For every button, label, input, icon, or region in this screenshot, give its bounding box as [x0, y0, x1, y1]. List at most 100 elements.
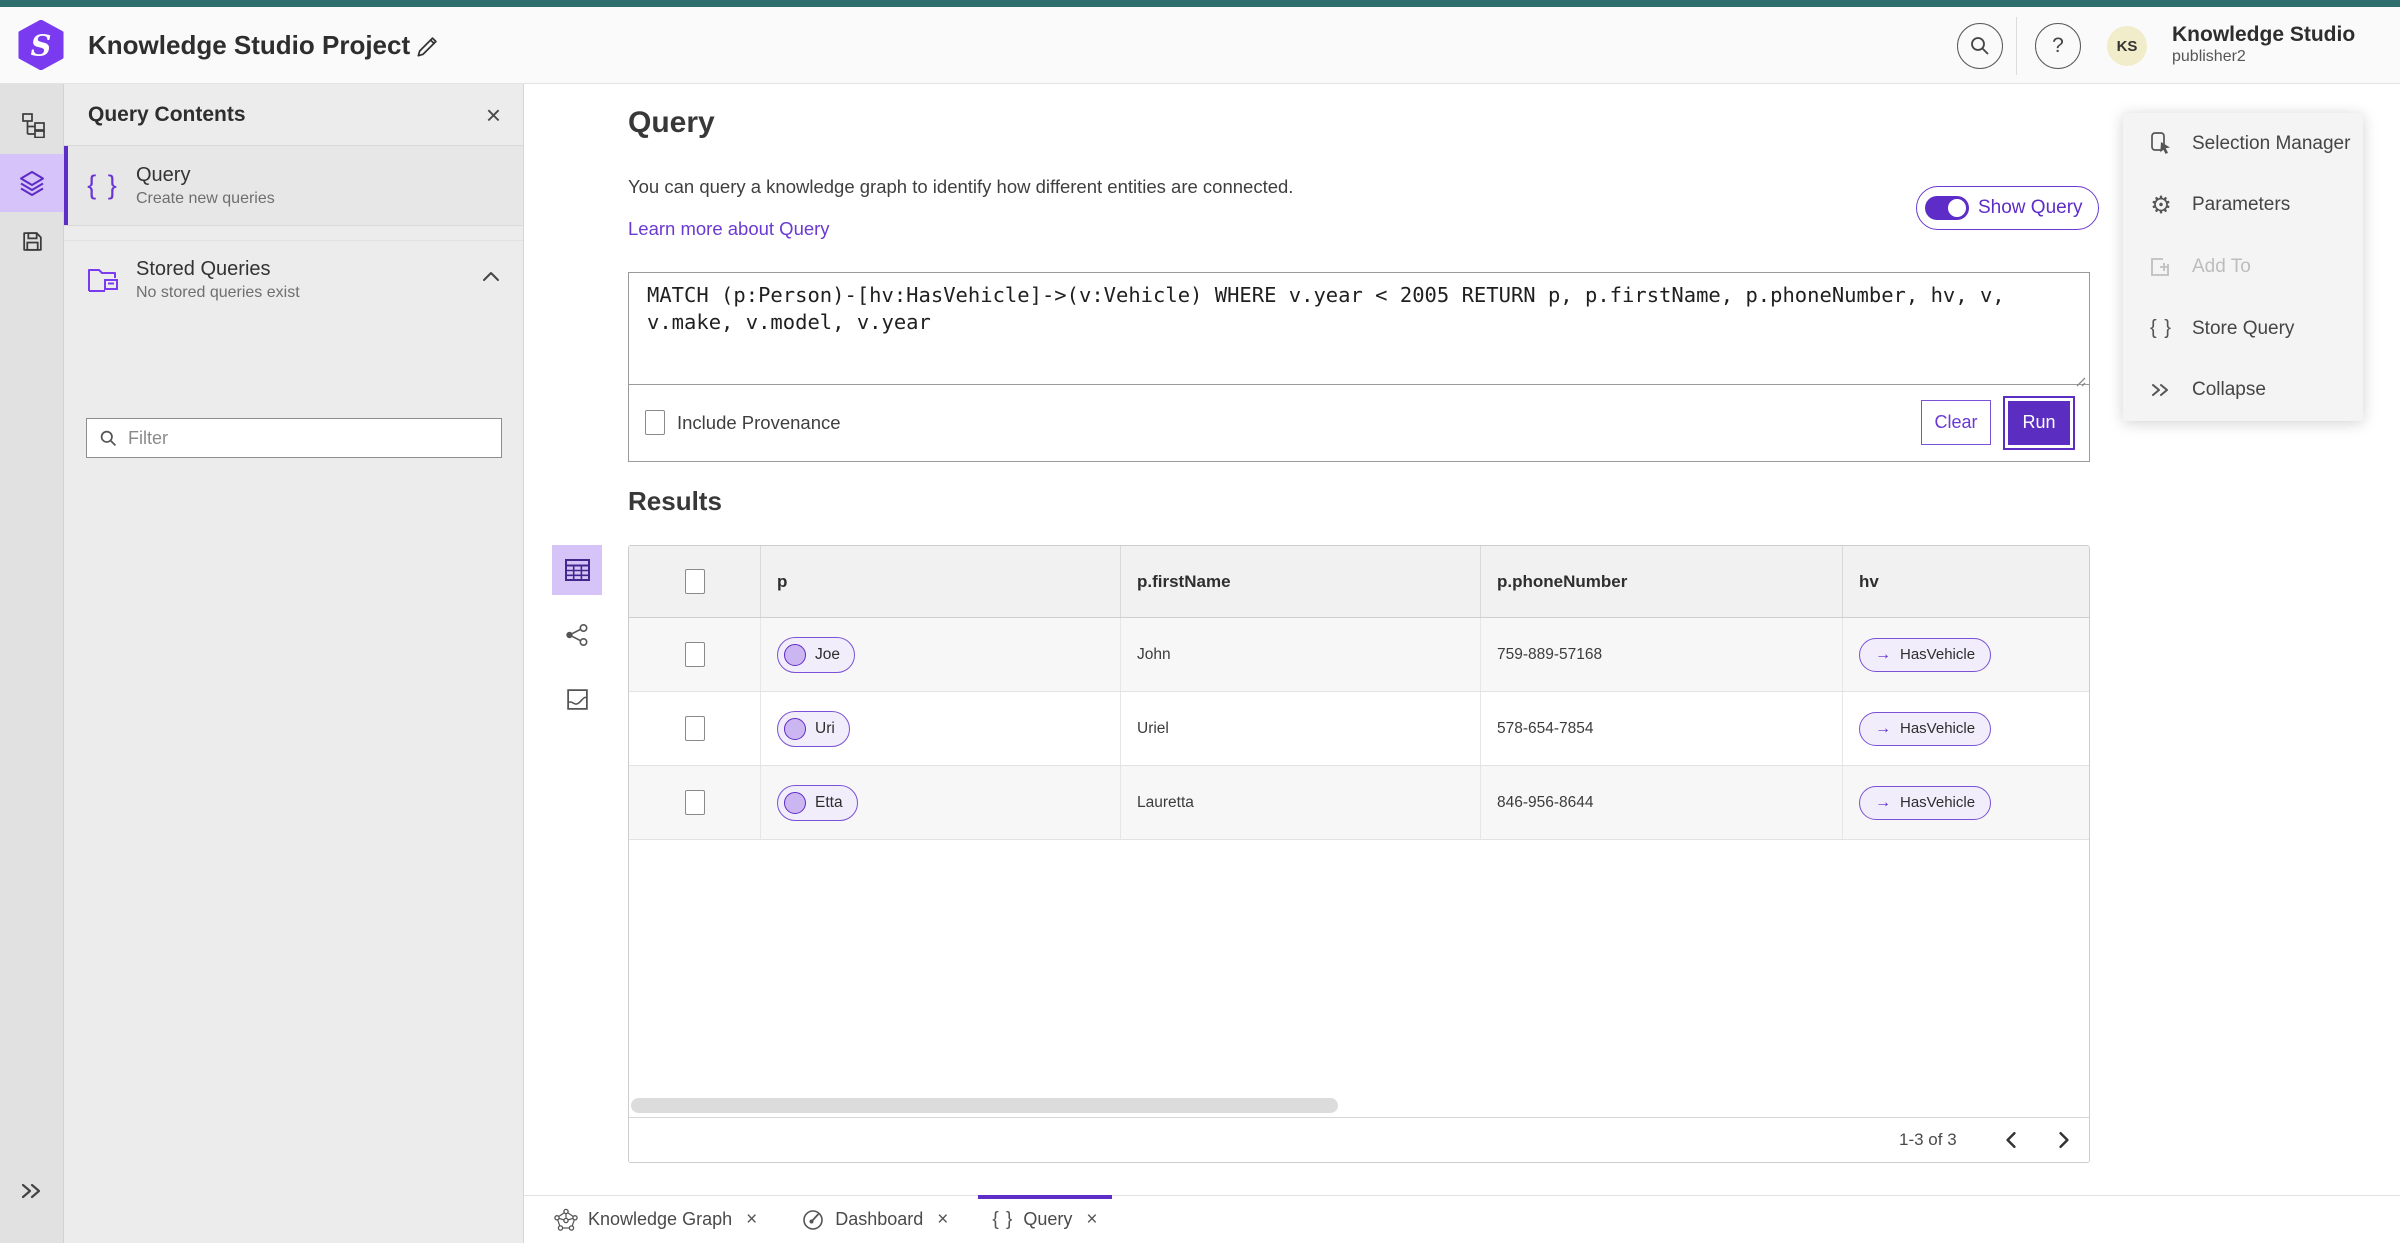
edit-title-button[interactable] — [414, 32, 442, 60]
show-query-label: Show Query — [1978, 197, 2083, 218]
tool-parameters[interactable]: ⚙ Parameters — [2123, 175, 2363, 237]
dashboard-gauge-icon — [803, 1209, 824, 1230]
chevron-left-icon — [2006, 1132, 2016, 1148]
tool-label: Collapse — [2192, 379, 2266, 401]
search-icon — [1971, 37, 1989, 55]
column-header-phonenumber: p.phoneNumber — [1481, 546, 1843, 617]
help-button[interactable]: ? — [2035, 23, 2081, 69]
collapse-section-button[interactable] — [481, 269, 501, 288]
node-chip[interactable]: Uri — [777, 710, 850, 747]
account-info: Knowledge Studio publisher2 — [2172, 22, 2355, 67]
save-icon — [22, 231, 42, 251]
row-checkbox[interactable] — [684, 642, 705, 667]
close-tab-button[interactable]: × — [746, 1209, 757, 1231]
tool-label: Parameters — [2192, 194, 2291, 216]
toggle-switch-on[interactable] — [1925, 196, 1969, 220]
tab-label: Dashboard — [835, 1209, 924, 1229]
search-button[interactable] — [1957, 23, 2003, 69]
cell-firstname: John — [1121, 618, 1481, 691]
query-item-description: Create new queries — [136, 189, 275, 207]
row-checkbox[interactable] — [684, 716, 705, 741]
relationship-chip[interactable]: → HasVehicle — [1859, 637, 1992, 672]
include-provenance-label: Include Provenance — [677, 411, 841, 433]
clear-button[interactable]: Clear — [1921, 400, 1991, 445]
panel-item-query[interactable]: { } Query Create new queries — [64, 146, 523, 226]
filter-field[interactable] — [86, 418, 502, 458]
table-row: Uri Uriel 578-654-7854 → HasVehicle — [629, 692, 2089, 766]
node-label: Etta — [815, 793, 843, 811]
expand-rail-button[interactable] — [0, 1173, 64, 1209]
learn-more-link[interactable]: Learn more about Query — [628, 218, 830, 240]
table-view-button-active[interactable] — [552, 545, 602, 595]
map-view-icon — [566, 688, 588, 710]
results-table: p p.firstName p.phoneNumber hv Joe John … — [628, 545, 2090, 1163]
page-title: Knowledge Studio Project — [88, 30, 411, 60]
node-circle-icon — [784, 717, 806, 740]
run-button[interactable]: Run — [2005, 397, 2073, 448]
table-row: Joe John 759-889-57168 → HasVehicle — [629, 618, 2089, 692]
node-circle-icon — [784, 791, 806, 814]
panel-item-stored-queries[interactable]: Stored Queries No stored queries exist — [64, 240, 523, 318]
select-all-checkbox[interactable] — [684, 569, 705, 594]
relationship-label: HasVehicle — [1900, 646, 1976, 663]
query-contents-panel: Query Contents × { } Query Create new qu… — [64, 84, 524, 1243]
tool-add-to-disabled: Add To — [2123, 236, 2363, 298]
panel-header: Query Contents × — [64, 84, 523, 146]
tab-label: Knowledge Graph — [588, 1209, 733, 1229]
stored-queries-folder-icon — [88, 268, 118, 292]
help-icon: ? — [2052, 34, 2064, 57]
tab-knowledge-graph[interactable]: Knowledge Graph × — [532, 1196, 779, 1243]
show-query-toggle[interactable]: Show Query — [1916, 186, 2099, 230]
rail-item-layers-active[interactable] — [0, 154, 64, 212]
previous-page-button[interactable] — [1994, 1123, 2028, 1157]
column-header-hv: hv — [1859, 571, 1879, 591]
top-accent-strip — [0, 0, 2400, 7]
map-view-button[interactable] — [552, 674, 602, 724]
next-page-button[interactable] — [2047, 1123, 2081, 1157]
row-checkbox[interactable] — [684, 790, 705, 815]
table-header-row: p p.firstName p.phoneNumber hv — [629, 546, 2089, 618]
cell-phonenumber: 759-889-57168 — [1481, 618, 1843, 691]
layers-icon — [20, 171, 44, 196]
column-header-p: p — [761, 546, 1121, 617]
rail-item-data-model[interactable] — [0, 96, 64, 154]
tab-dashboard[interactable]: Dashboard × — [779, 1196, 970, 1243]
close-panel-button[interactable]: × — [486, 102, 501, 128]
close-tab-button[interactable]: × — [1086, 1209, 1097, 1231]
arrow-right-icon: → — [1875, 793, 1891, 811]
query-item-label: Query — [136, 163, 191, 186]
header-divider — [2016, 17, 2017, 75]
add-to-icon — [2151, 258, 2169, 276]
node-chip[interactable]: Joe — [777, 636, 855, 673]
query-textarea[interactable]: MATCH (p:Person)-[hv:HasVehicle]->(v:Veh… — [629, 273, 2089, 385]
relationship-label: HasVehicle — [1900, 720, 1976, 737]
graph-view-button[interactable] — [552, 610, 602, 660]
include-provenance-checkbox[interactable] — [645, 410, 665, 435]
tool-collapse[interactable]: Collapse — [2123, 359, 2363, 421]
app-logo[interactable]: S — [18, 19, 64, 71]
tool-store-query[interactable]: { } Store Query — [2123, 298, 2363, 360]
tool-selection-manager[interactable]: Selection Manager — [2123, 113, 2363, 175]
filter-input[interactable] — [128, 427, 489, 449]
node-label: Joe — [815, 645, 840, 663]
panel-title: Query Contents — [88, 102, 246, 126]
tab-query-active[interactable]: { } Query × — [970, 1195, 1119, 1243]
account-role: publisher2 — [2172, 48, 2246, 65]
graph-view-icon — [566, 623, 588, 646]
account-name: Knowledge Studio — [2172, 23, 2356, 46]
relationship-chip[interactable]: → HasVehicle — [1859, 711, 1992, 746]
user-avatar[interactable]: KS — [2107, 26, 2147, 66]
double-chevron-right-icon — [2152, 384, 2168, 397]
app-header: S Knowledge Studio Project ? KS Knowledg… — [0, 7, 2400, 84]
node-circle-icon — [784, 643, 806, 666]
gear-icon: ⚙ — [2150, 191, 2172, 219]
chevron-up-icon — [483, 272, 499, 281]
results-heading: Results — [628, 486, 722, 516]
horizontal-scrollbar[interactable] — [631, 1098, 1338, 1113]
filter-search-icon — [100, 430, 117, 446]
node-chip[interactable]: Etta — [777, 784, 858, 821]
close-tab-button[interactable]: × — [937, 1209, 948, 1231]
rail-item-save[interactable] — [0, 212, 64, 270]
left-icon-rail — [0, 84, 64, 1243]
relationship-chip[interactable]: → HasVehicle — [1859, 785, 1992, 820]
